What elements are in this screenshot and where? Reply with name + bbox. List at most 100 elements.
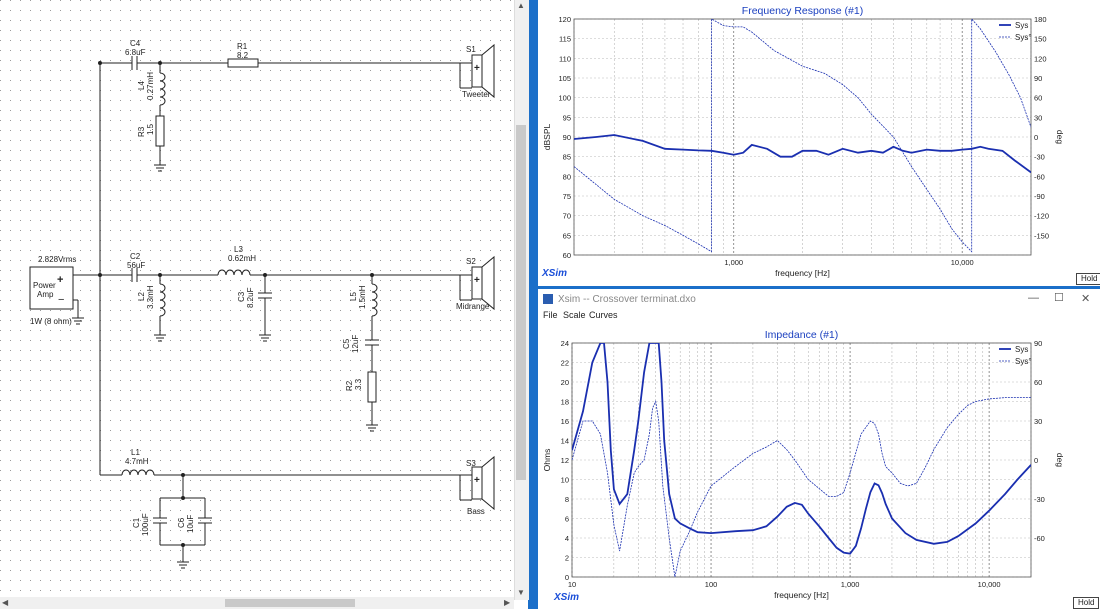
legend-label: Sys [1015, 345, 1028, 354]
y-tick-label: 2 [565, 554, 569, 563]
r2-name: R2 [345, 380, 354, 391]
c1-name: C1 [132, 517, 141, 528]
y2-tick-label: 0 [1034, 133, 1038, 142]
scroll-right-icon[interactable]: ▶ [504, 598, 510, 608]
c1-value: 100uF [141, 513, 150, 536]
l2-value: 3.3mH [146, 285, 155, 309]
legend-label: Sys° [1015, 357, 1032, 366]
y2-tick-label: -60 [1034, 534, 1045, 543]
chart-title: Frequency Response (#1) [742, 5, 863, 17]
y2-tick-label: -120 [1034, 212, 1049, 221]
y2-tick-label: 150 [1034, 35, 1047, 44]
y-tick-label: 120 [558, 15, 571, 24]
xsim-logo: XSim [542, 268, 568, 279]
y2-axis-label: deg [1055, 130, 1065, 144]
schematic-canvas[interactable]: + + + + − 2.828Vrms Power Amp 1W (8 ohm)… [0, 0, 528, 609]
schematic-horizontal-scroll-thumb[interactable] [225, 599, 355, 607]
c3-value: 8.2uF [246, 287, 255, 308]
x-tick-label: 1,000 [724, 258, 743, 267]
impedance-window[interactable]: Xsim -- Crossover terminat.dxo — ☐ ✕ Fil… [538, 289, 1100, 609]
source-load: 1W (8 ohm) [30, 317, 72, 326]
y2-tick-label: 90 [1034, 74, 1042, 83]
frequency-response-window[interactable]: 120 115 110 105 100 95 90 85 80 75 70 65 60 180 150 120… [538, 0, 1100, 286]
source-voltage: 2.828Vrms [38, 255, 76, 264]
r1-name: R1 [237, 42, 248, 51]
l1-value: 4.7mH [125, 457, 149, 466]
y-tick-label: 6 [565, 515, 569, 524]
y-tick-label: 22 [561, 359, 569, 368]
source-plus-icon: + [57, 274, 63, 286]
frequency-response-chart: 120 115 110 105 100 95 90 85 80 75 70 65 60 180 150 120… [542, 5, 1065, 278]
menu-bar: File Scale Curves [538, 309, 1100, 323]
y-tick-label: 115 [559, 35, 571, 44]
x-tick-label: 100 [705, 580, 718, 589]
c2-value: 56uF [127, 261, 145, 270]
menu-curves[interactable]: Curves [589, 310, 618, 320]
c3-name: C3 [237, 291, 246, 302]
l4-value: 0.27mH [146, 72, 155, 100]
y-tick-label: 105 [558, 74, 571, 83]
y2-tick-label: -60 [1034, 172, 1045, 181]
r3-name: R3 [137, 126, 146, 137]
x-tick-label: 10,000 [951, 258, 974, 267]
y-tick-label: 80 [563, 172, 571, 181]
svg-text:+: + [474, 475, 480, 486]
legend-label: Sys [1015, 21, 1028, 30]
series-line-sys [572, 343, 1031, 555]
s3-label: Bass [467, 507, 485, 516]
y-tick-label: 70 [563, 212, 571, 221]
schematic-vertical-scroll-thumb[interactable] [516, 125, 526, 480]
r2-value: 3.3 [354, 378, 363, 390]
y-tick-label: 14 [561, 437, 569, 446]
y-tick-label: 110 [559, 54, 571, 63]
x-axis-label: frequency [Hz] [774, 590, 829, 600]
y-tick-label: 100 [558, 94, 571, 103]
close-icon[interactable]: ✕ [1081, 292, 1090, 305]
menu-file[interactable]: File [543, 310, 558, 320]
r1-value: 8.2 [237, 51, 249, 60]
scroll-left-icon[interactable]: ◀ [2, 598, 8, 608]
s2-label: Midrange [456, 302, 490, 311]
l4-name: L4 [137, 81, 146, 90]
hold-button[interactable]: Hold [1076, 273, 1100, 285]
impedance-window-titlebar[interactable]: Xsim -- Crossover terminat.dxo — ☐ ✕ [538, 289, 1100, 309]
scroll-down-icon[interactable]: ▼ [517, 588, 525, 598]
y2-tick-label: 60 [1034, 378, 1042, 387]
s2-name: S2 [466, 257, 476, 266]
y-tick-label: 20 [561, 378, 569, 387]
y-axis-label: dBSPL [542, 123, 552, 150]
l5-value: 1.5mH [358, 285, 367, 309]
y2-tick-label: 60 [1034, 94, 1042, 103]
y-tick-label: 90 [563, 133, 571, 142]
minimize-icon[interactable]: — [1028, 292, 1039, 304]
s3-name: S3 [466, 459, 476, 468]
y2-tick-label: -150 [1034, 231, 1049, 240]
source-name-line2: Amp [37, 290, 54, 299]
c6-name: C6 [177, 517, 186, 528]
y-tick-label: 95 [563, 113, 571, 122]
l3-name: L3 [234, 245, 243, 254]
app-icon [543, 294, 553, 304]
hold-button[interactable]: Hold [1073, 597, 1100, 609]
y-tick-label: 12 [561, 456, 569, 465]
s1-name: S1 [466, 45, 476, 54]
s1-label: Tweeter [462, 90, 491, 99]
y-tick-label: 8 [565, 495, 569, 504]
maximize-icon[interactable]: ☐ [1054, 291, 1064, 304]
y2-tick-label: 0 [1034, 456, 1038, 465]
series-line-sys-phase [572, 397, 1031, 577]
l5-name: L5 [349, 292, 358, 301]
y2-axis-label: deg [1055, 453, 1065, 467]
y-tick-label: 4 [565, 534, 569, 543]
scroll-up-icon[interactable]: ▲ [517, 1, 525, 11]
c6-value: 10uF [186, 515, 195, 533]
legend-label: Sys° [1015, 33, 1032, 42]
impedance-chart: 2422201816141210864209060300-30-6010 100 1… [542, 329, 1065, 600]
x-tick-label: 10,000 [978, 580, 1001, 589]
y2-tick-label: 30 [1034, 417, 1042, 426]
x-axis-label: frequency [Hz] [775, 268, 830, 278]
source-name-line1: Power [33, 281, 56, 290]
menu-scale[interactable]: Scale [563, 310, 586, 320]
y-tick-label: 60 [563, 251, 571, 260]
y-axis-label: Ohms [542, 449, 552, 472]
